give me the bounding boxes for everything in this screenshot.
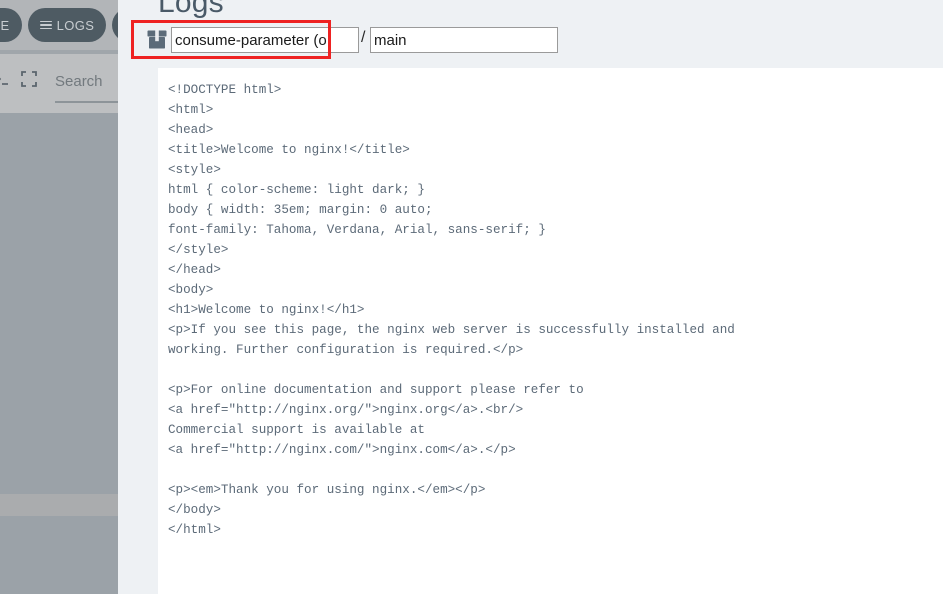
background-search-underline [55,101,118,103]
background-search-input[interactable]: Search [55,73,103,90]
background-nav-pill-logs-label: LOGS [56,17,95,33]
log-output-panel[interactable]: <!DOCTYPE html> <html> <head> <title>Wel… [158,68,943,594]
background-nav-pill-logs[interactable]: LOGS [28,8,106,42]
background-nav-pill-0[interactable]: E [0,8,22,42]
logs-dialog-screen: E LOGS Search Logs consume-parameter (o … [0,0,943,594]
fullscreen-icon[interactable] [20,70,38,88]
log-output-text: <!DOCTYPE html> <html> <head> <title>Wel… [168,83,735,537]
selector-separator: / [361,29,366,46]
logs-modal: Logs / <!DOCTYPE html> <html> <head> <ti… [118,0,943,594]
pod-selector-field[interactable] [171,27,359,53]
background-content-band [0,494,118,516]
container-selector-field[interactable] [370,27,558,53]
dimmed-background-app: E LOGS Search [0,0,118,594]
terminal-icon[interactable] [0,70,11,88]
background-content-area [0,113,118,594]
page-title: Logs [158,0,224,19]
background-nav-pill-0-label: E [0,17,10,33]
hamburger-icon [39,20,52,30]
background-topbar: E LOGS [0,0,118,50]
pod-package-icon [147,30,167,49]
